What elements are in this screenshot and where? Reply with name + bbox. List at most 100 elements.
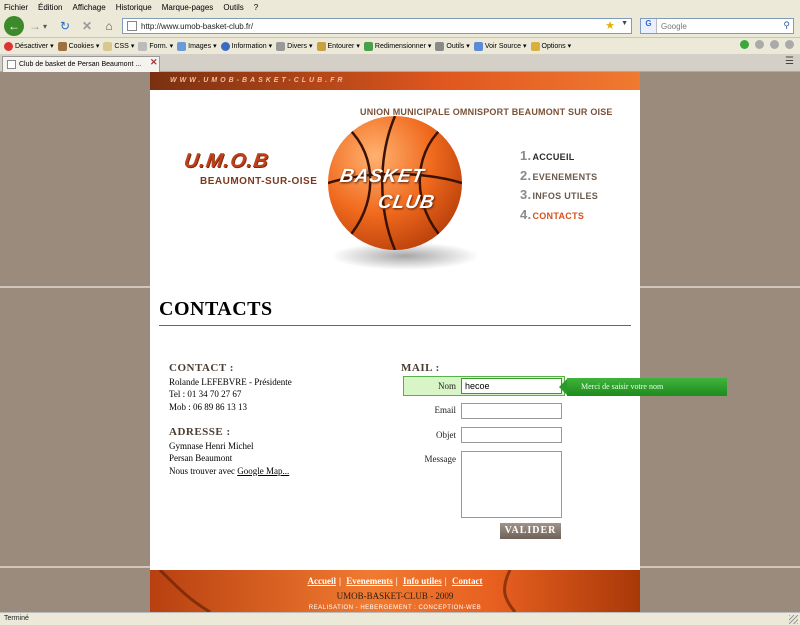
nav-contacts[interactable]: 4.CONTACTS bbox=[520, 207, 598, 227]
search-icon[interactable]: ⚲ bbox=[783, 20, 790, 31]
nav-label: ACCUEIL bbox=[532, 152, 575, 162]
logo-name: U.M.O.B bbox=[182, 150, 271, 172]
menu-bookmarks[interactable]: Marque-pages bbox=[162, 3, 214, 12]
status-text: Terminé bbox=[4, 615, 29, 622]
menu-file[interactable]: Fichier bbox=[4, 3, 28, 12]
menu-bar: Fichier Édition Affichage Historique Mar… bbox=[0, 0, 800, 14]
toolbar-label: Voir Source bbox=[484, 42, 521, 50]
title-divider bbox=[159, 325, 631, 326]
map-line: Nous trouver avec Google Map... bbox=[169, 465, 292, 478]
form-icon bbox=[138, 41, 148, 51]
footer-link-evenements[interactable]: Evenements bbox=[346, 576, 393, 586]
pencil-icon bbox=[316, 41, 326, 51]
toolbar-cookies[interactable]: Cookies ▾ bbox=[57, 41, 99, 51]
nav-evenements[interactable]: 2.EVENEMENTS bbox=[520, 168, 598, 188]
nav-accueil[interactable]: 1.ACCUEIL bbox=[520, 148, 598, 168]
toolbar-images[interactable]: Images ▾ bbox=[177, 41, 217, 51]
nav-number: 3. bbox=[520, 187, 532, 202]
menu-tools[interactable]: Outils bbox=[223, 3, 243, 12]
toolbar-options[interactable]: Options ▾ bbox=[530, 41, 571, 51]
menu-history[interactable]: Historique bbox=[116, 3, 152, 12]
address-line: Gymnase Henri Michel bbox=[169, 440, 254, 451]
toolbar-disable[interactable]: Désactiver ▾ bbox=[4, 41, 54, 51]
page-icon bbox=[127, 21, 137, 31]
menu-help[interactable]: ? bbox=[254, 3, 258, 12]
page-viewport: WWW.UMOB-BASKET-CLUB.FR UNION MUNICIPALE… bbox=[0, 72, 800, 612]
footer-credits: REALISATION - HEBERGEMENT : CONCEPTION-W… bbox=[308, 605, 482, 611]
toolbar-label: Divers bbox=[287, 42, 307, 50]
status-icon[interactable] bbox=[785, 40, 794, 49]
toolbar-label: Options bbox=[541, 42, 566, 50]
mail-heading: MAIL : bbox=[401, 362, 440, 374]
cookie-icon bbox=[57, 41, 67, 51]
nav-label: CONTACTS bbox=[532, 210, 585, 221]
reload-icon[interactable]: ↻ bbox=[56, 17, 74, 35]
contact-line: Tel : 01 34 70 27 67 bbox=[169, 389, 242, 399]
toolbar-css[interactable]: CSS ▾ bbox=[103, 41, 134, 51]
url-text: http://www.umob-basket-club.fr/ bbox=[141, 21, 254, 31]
status-icon[interactable] bbox=[770, 40, 779, 49]
history-dropdown-icon[interactable]: ▾ bbox=[40, 17, 50, 35]
home-icon[interactable]: ⌂ bbox=[100, 17, 118, 35]
footer-link-accueil[interactable]: Accueil bbox=[308, 576, 337, 586]
email-label: Email bbox=[434, 405, 457, 415]
google-map-link[interactable]: Google Map... bbox=[237, 466, 289, 476]
tab-title: Club de basket de Persan Beaumont ... bbox=[19, 61, 142, 68]
nav-label: INFOS UTILES bbox=[532, 191, 599, 201]
options-icon bbox=[530, 41, 540, 51]
list-tabs-icon[interactable]: ☰ bbox=[785, 56, 794, 67]
toolbar-outline[interactable]: Entourer ▾ bbox=[316, 41, 360, 51]
name-field[interactable]: hecoe bbox=[461, 378, 562, 394]
name-label: Nom bbox=[438, 381, 456, 391]
toolbar-information[interactable]: Information ▾ bbox=[220, 41, 272, 51]
search-engine-icon[interactable]: G bbox=[641, 19, 657, 33]
page-body: WWW.UMOB-BASKET-CLUB.FR UNION MUNICIPALE… bbox=[150, 72, 727, 612]
submit-button[interactable]: VALIDER bbox=[500, 523, 561, 539]
contact-line: Rolande LEFEBVRE - Présidente bbox=[169, 376, 292, 387]
subject-field[interactable] bbox=[461, 427, 562, 443]
toolbar-view-source[interactable]: Voir Source ▾ bbox=[473, 41, 527, 51]
stop-icon[interactable]: ✕ bbox=[78, 17, 96, 35]
footer-nav: Accueil | Evenements | Info utiles | Contac… bbox=[307, 576, 483, 586]
info-icon bbox=[220, 41, 230, 51]
footer-link-contact[interactable]: Contact bbox=[452, 576, 483, 586]
nav-number: 4. bbox=[520, 206, 532, 222]
url-bar[interactable]: http://www.umob-basket-club.fr/ ★ ▼ bbox=[122, 18, 632, 34]
nav-infos-utiles[interactable]: 3.INFOS UTILES bbox=[520, 187, 598, 207]
message-field[interactable] bbox=[461, 451, 562, 518]
contact-info: CONTACT : Rolande LEFEBVRE - Présidente … bbox=[169, 362, 292, 477]
email-field[interactable] bbox=[461, 403, 562, 419]
main-nav: 1.ACCUEIL 2.EVENEMENTS 3.INFOS UTILES 4.… bbox=[520, 148, 598, 226]
status-bar: Terminé bbox=[0, 612, 800, 625]
check-icon[interactable] bbox=[740, 40, 749, 49]
resize-grip-icon[interactable] bbox=[789, 615, 798, 624]
resize-icon bbox=[363, 41, 373, 51]
map-prefix: Nous trouver avec bbox=[169, 465, 235, 476]
back-icon[interactable]: ← bbox=[4, 16, 24, 36]
close-tab-icon[interactable]: ✕ bbox=[150, 57, 158, 68]
search-input[interactable]: G Google ⚲ bbox=[640, 18, 794, 34]
site-url-strip: WWW.UMOB-BASKET-CLUB.FR bbox=[150, 72, 640, 90]
toolbar-label: CSS bbox=[114, 42, 129, 50]
logo-city: BEAUMONT-SUR-OISE bbox=[200, 176, 318, 187]
footer-link-info-utiles[interactable]: Info utiles bbox=[403, 576, 442, 586]
toolbar-resize[interactable]: Redimensionner ▾ bbox=[363, 41, 431, 51]
bookmark-star-icon[interactable]: ★ bbox=[605, 19, 615, 32]
menu-edit[interactable]: Édition bbox=[38, 3, 62, 12]
disable-icon bbox=[4, 41, 13, 51]
address-heading: ADRESSE : bbox=[169, 426, 231, 438]
toolbar-label: Désactiver bbox=[15, 42, 49, 50]
web-developer-toolbar: Désactiver ▾ Cookies ▾ CSS ▾ Form. ▾ Images ▾… bbox=[0, 38, 800, 54]
search-placeholder: Google bbox=[661, 21, 687, 31]
menu-view[interactable]: Affichage bbox=[72, 3, 105, 12]
toolbar-forms[interactable]: Form. ▾ bbox=[138, 41, 173, 51]
toolbar-misc[interactable]: Divers ▾ bbox=[276, 41, 313, 51]
toolbar-tools[interactable]: Outils ▾ bbox=[435, 41, 470, 51]
url-dropdown-icon[interactable]: ▼ bbox=[621, 20, 628, 27]
favicon-icon bbox=[7, 60, 16, 69]
tab-active[interactable]: Club de basket de Persan Beaumont ... bbox=[2, 56, 160, 72]
toolbar-label: Information bbox=[231, 42, 267, 50]
toolbar-label: Form. bbox=[149, 42, 168, 50]
contact-heading: CONTACT : bbox=[169, 362, 234, 374]
status-icon[interactable] bbox=[755, 40, 764, 49]
